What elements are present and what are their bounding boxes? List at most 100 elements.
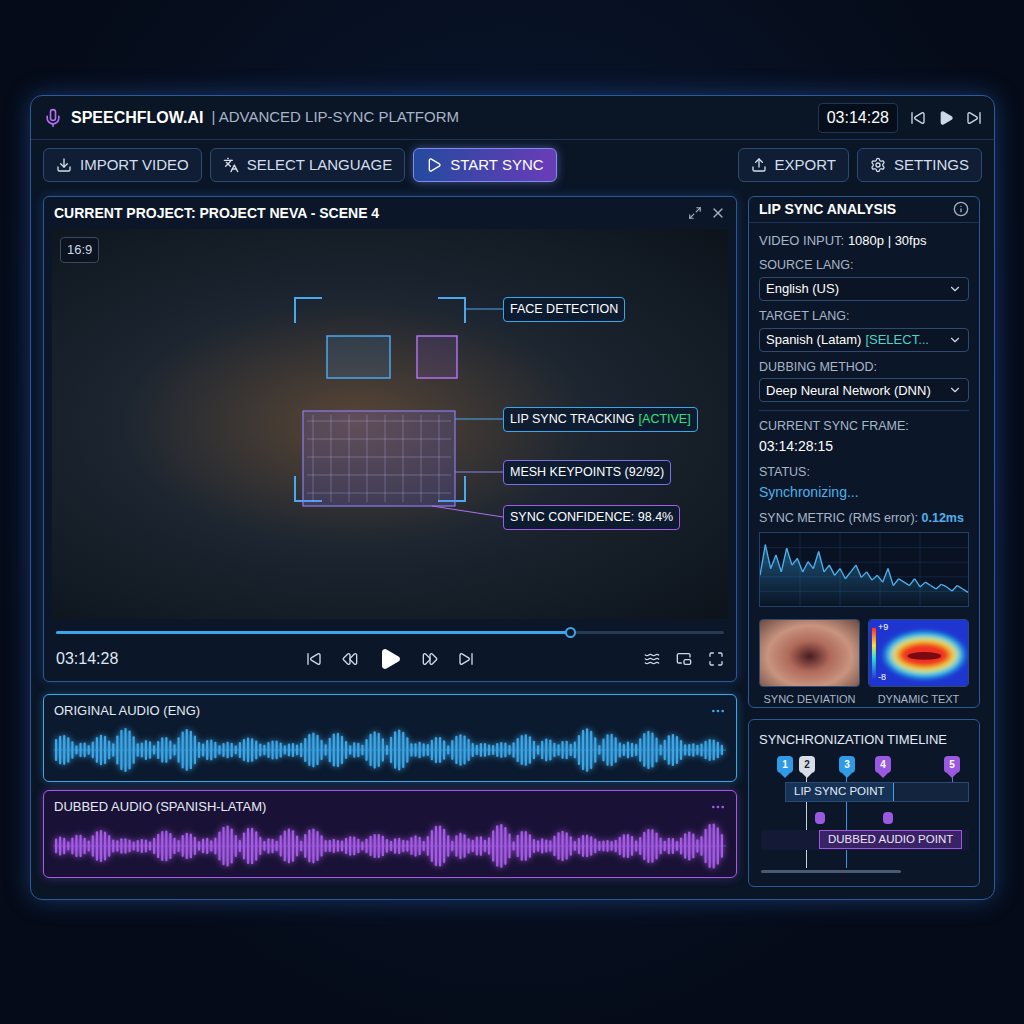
waveform[interactable] — [54, 821, 726, 871]
chart-segment — [765, 544, 770, 568]
skip-forward-icon[interactable] — [966, 110, 982, 126]
chart-segment — [867, 571, 872, 579]
chart-segment — [931, 585, 936, 588]
chart-segment — [787, 548, 792, 565]
sync-metric-chart — [759, 532, 969, 607]
page: SPEECHFLOW.AI| ADVANCED LIP-SYNC PLATFOR… — [0, 0, 1024, 1024]
app-window: SPEECHFLOW.AI| ADVANCED LIP-SYNC PLATFOR… — [30, 95, 995, 900]
tracking-label: SYNC CONFIDENCE: 98.4% — [503, 505, 680, 530]
scale-max: +9 — [878, 621, 888, 635]
select-box[interactable]: Spanish (Latam)[SELECT... — [759, 328, 969, 352]
select-box[interactable]: Deep Neural Network (DNN) — [759, 378, 969, 402]
fast-forward-icon[interactable] — [422, 651, 438, 667]
skip-back-icon[interactable] — [910, 110, 926, 126]
select-label: SOURCE LANG: — [759, 256, 969, 275]
fullscreen-icon[interactable] — [708, 651, 724, 667]
chart-segment — [909, 578, 914, 585]
chart-segment — [797, 558, 802, 572]
timeline-marker[interactable]: 3 — [839, 756, 855, 778]
progress-knob[interactable] — [565, 627, 576, 638]
toolbar-button[interactable]: SELECT LANGUAGE — [210, 148, 406, 182]
left-column: CURRENT PROJECT: PROJECT NEVA - SCENE 4 1… — [43, 196, 737, 899]
timeline-scrollbar[interactable] — [761, 870, 901, 873]
sync-status: STATUS:Synchronizing... — [759, 463, 969, 503]
more-icon[interactable] — [710, 703, 726, 719]
select-field: DUBBING METHOD:Deep Neural Network (DNN) — [759, 358, 969, 403]
waveform[interactable] — [54, 725, 726, 775]
chevron-down-icon — [948, 333, 962, 347]
dubbed-pin[interactable] — [883, 812, 893, 824]
timeline-panel: SYNCHRONIZATION TIMELINELIP SYNC POINTDU… — [748, 719, 980, 887]
toolbar-icon — [223, 157, 239, 173]
heatmap: +9-8 — [868, 619, 969, 687]
chart-segment — [904, 582, 909, 585]
chart-segment — [936, 584, 941, 589]
video-frame: 16:9FACE DETECTIONLIP SYNC TRACKING[ACTI… — [52, 229, 728, 619]
chart-segment — [947, 586, 952, 590]
toolbar-button[interactable]: IMPORT VIDEO — [43, 148, 202, 182]
chart-segment — [899, 578, 904, 581]
toolbar-button[interactable]: START SYNC — [413, 148, 556, 182]
chart-segment — [888, 568, 893, 585]
select-label: DUBBING METHOD: — [759, 358, 969, 377]
rewind-icon[interactable] — [342, 651, 358, 667]
more-icon[interactable] — [710, 799, 726, 815]
timeline-marker[interactable]: 5 — [944, 756, 960, 778]
expand-icon[interactable] — [688, 206, 702, 220]
analysis-title: LIP SYNC ANALYSIS — [759, 199, 896, 220]
sync-frame: CURRENT SYNC FRAME:03:14:28:15 — [759, 417, 969, 457]
track-label: ORIGINAL AUDIO (ENG) — [54, 701, 200, 721]
chart-segment — [893, 578, 898, 585]
track-label: DUBBED AUDIO (SPANISH-LATAM) — [54, 797, 266, 817]
chart-segment — [808, 561, 813, 568]
dubbed-pin[interactable] — [815, 812, 825, 824]
chart-segment — [845, 571, 850, 578]
progress-track[interactable] — [56, 631, 724, 634]
sync-metric: SYNC METRIC (RMS error): 0.12ms — [759, 509, 969, 528]
title-bar: SPEECHFLOW.AI| ADVANCED LIP-SYNC PLATFOR… — [31, 96, 994, 140]
info-icon[interactable] — [953, 201, 969, 217]
timeline-lane: DUBBED AUDIO POINT — [761, 830, 969, 850]
picture-in-picture-icon[interactable] — [676, 651, 692, 667]
chart-segment — [851, 565, 856, 572]
timecode: 03:14:28 — [818, 103, 898, 133]
chevron-down-icon — [948, 282, 962, 296]
next-icon[interactable] — [458, 651, 474, 667]
chart-segment — [760, 544, 765, 575]
video-panel: CURRENT PROJECT: PROJECT NEVA - SCENE 4 1… — [43, 196, 737, 682]
app-name: SPEECHFLOW.AI — [71, 106, 203, 130]
timeline-marker[interactable]: 1 — [777, 756, 793, 778]
analysis-thumbnail[interactable]: +9-8DYNAMIC TEXT — [868, 619, 969, 708]
toolbar-button[interactable]: SETTINGS — [857, 148, 982, 182]
lane-label: LIP SYNC POINT — [786, 783, 894, 801]
play-icon[interactable] — [378, 647, 402, 671]
chart-segment — [872, 575, 877, 580]
chart-segment — [792, 558, 797, 565]
select-box[interactable]: English (US) — [759, 277, 969, 301]
chart-segment — [771, 554, 776, 568]
audio-wave-icon[interactable] — [644, 651, 660, 667]
project-title: CURRENT PROJECT: PROJECT NEVA - SCENE 4 — [54, 203, 379, 224]
chart-segment — [781, 548, 786, 572]
toolbar-icon — [56, 157, 72, 173]
progress-fill — [56, 631, 570, 634]
right-column: LIP SYNC ANALYSISVIDEO INPUT: 1080p | 30… — [748, 196, 980, 899]
previous-icon[interactable] — [306, 651, 322, 667]
main-area: CURRENT PROJECT: PROJECT NEVA - SCENE 4 1… — [31, 182, 994, 899]
chart-segment — [963, 588, 968, 591]
chart-segment — [861, 571, 866, 576]
audio-track: ORIGINAL AUDIO (ENG) — [43, 694, 737, 782]
close-icon[interactable] — [710, 205, 726, 221]
toolbar: IMPORT VIDEOSELECT LANGUAGESTART SYNC EXP… — [31, 140, 994, 182]
timeline-marker[interactable]: 2 — [799, 756, 815, 778]
analysis-thumbnail[interactable]: SYNC DEVIATION — [759, 619, 860, 708]
chart-segment — [925, 582, 930, 585]
timeline-marker[interactable]: 4 — [875, 756, 891, 778]
toolbar-button[interactable]: EXPORT — [738, 148, 849, 182]
tracking-label: FACE DETECTION — [503, 297, 625, 322]
play-icon[interactable] — [938, 110, 954, 126]
mouth-photo — [759, 619, 860, 687]
chart-segment — [819, 551, 824, 571]
player-controls: 03:14:28 — [44, 619, 736, 672]
timeline-canvas: LIP SYNC POINT DUBBED AUDIO POINT 12 34 5 — [749, 754, 979, 879]
